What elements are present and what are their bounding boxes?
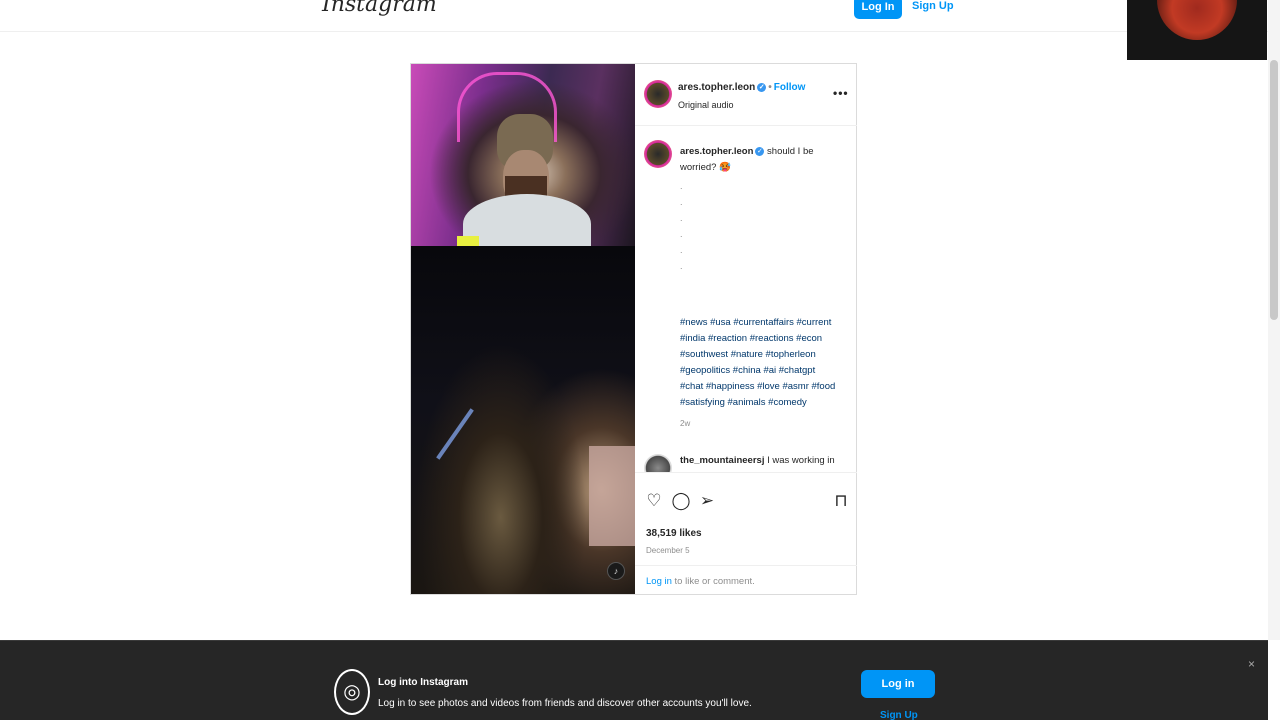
banner-title: Log into Instagram <box>378 677 468 688</box>
top-navbar: Instagram Log In Sign Up <box>0 0 1280 32</box>
post-date: December 5 <box>646 546 690 555</box>
login-link[interactable]: Log in <box>646 576 672 587</box>
instagram-icon: ◎ <box>334 669 370 715</box>
webcam-overlay <box>1127 0 1267 60</box>
caption-username[interactable]: ares.topher.leon <box>680 146 753 157</box>
bookmark-icon[interactable]: ⊓ <box>831 491 851 511</box>
caption-area: ares.topher.leon ✓ should I be worried? 🥵… <box>635 126 857 472</box>
scrollbar[interactable] <box>1268 0 1280 640</box>
login-prompt-text: to like or comment. <box>671 576 755 587</box>
comment-icon[interactable]: ◯ <box>671 491 691 511</box>
banner-subtitle: Log in to see photos and videos from fri… <box>378 698 752 709</box>
banner-signup-link[interactable]: Sign Up <box>880 710 918 721</box>
caption-age: 2w <box>680 419 691 428</box>
night-scene-video-frame <box>411 246 635 594</box>
caption-text: ares.topher.leon ✓ should I be worried? 🥵 <box>680 144 842 176</box>
audio-label[interactable]: Original audio <box>678 100 734 110</box>
likes-count[interactable]: 38,519 likes <box>646 528 702 539</box>
logo-emblem <box>1157 0 1237 40</box>
follow-button[interactable]: Follow <box>774 82 806 93</box>
audio-icon[interactable]: ♪ <box>607 562 625 580</box>
share-icon[interactable]: ➢ <box>697 491 717 511</box>
comment-text: the_mountaineersj I was working in a nei… <box>680 453 840 472</box>
streamer-video-frame <box>411 64 635 254</box>
more-options-icon[interactable]: ••• <box>833 86 849 100</box>
scrollbar-thumb[interactable] <box>1270 60 1278 320</box>
verified-icon: ✓ <box>755 146 765 156</box>
close-icon[interactable]: × <box>1248 657 1255 671</box>
caption-hashtags[interactable]: #news #usa #currentaffairs #current #ind… <box>680 315 840 411</box>
signup-link[interactable]: Sign Up <box>912 0 954 12</box>
post-card: ♪ ares.topher.leon ✓ • Follow Original audi… <box>410 63 857 595</box>
post-sidebar: ares.topher.leon ✓ • Follow Original audio … <box>635 64 857 594</box>
login-prompt: Log in to like or comment. <box>635 565 857 597</box>
caption-dots: . . . . . . <box>680 181 683 271</box>
login-banner: ◎ Log into Instagram Log in to see photo… <box>0 640 1268 721</box>
verified-icon: ✓ <box>757 82 767 92</box>
login-button[interactable]: Log In <box>854 0 902 19</box>
post-actions: ♡ ◯ ➢ ⊓ 38,519 likes December 5 Log in t… <box>635 472 857 596</box>
heart-icon[interactable]: ♡ <box>644 491 664 511</box>
author-avatar[interactable] <box>644 80 672 108</box>
post-video[interactable]: ♪ <box>411 64 635 594</box>
banner-login-button[interactable]: Log in <box>861 670 935 698</box>
instagram-logo[interactable]: Instagram <box>322 0 437 17</box>
comment-username[interactable]: the_mountaineersj <box>680 455 764 466</box>
commenter-avatar[interactable] <box>644 454 672 472</box>
post-header: ares.topher.leon ✓ • Follow Original audio … <box>635 64 857 126</box>
caption-avatar[interactable] <box>644 140 672 168</box>
author-username[interactable]: ares.topher.leon <box>678 82 755 93</box>
